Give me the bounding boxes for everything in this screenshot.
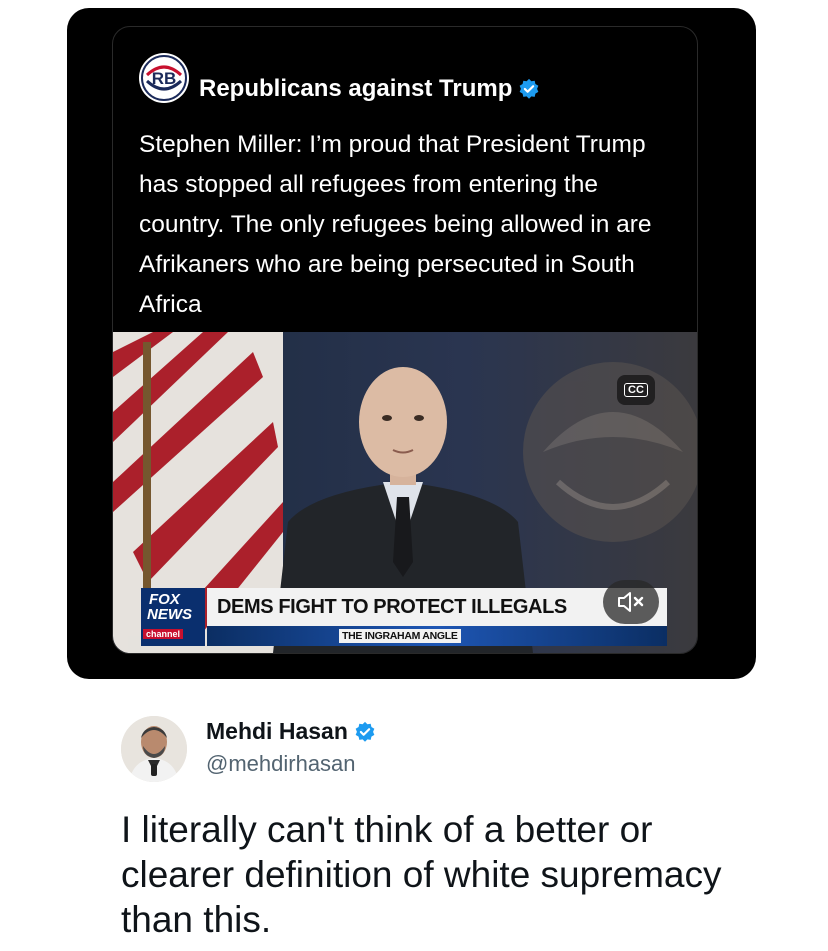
embedded-tweet-card[interactable]: RB Republicans against Trump Stephen Mil… bbox=[112, 26, 698, 654]
rb-author-name[interactable]: Republicans against Trump bbox=[199, 75, 512, 103]
eagle-wall-emblem bbox=[523, 362, 697, 542]
profile-photo bbox=[121, 716, 187, 782]
rb-logo-icon: RB bbox=[141, 55, 187, 101]
video-player[interactable]: CC FOX NEWS channel DEMS FIGHT TO PROTEC… bbox=[113, 332, 697, 653]
news-chyron: DEMS FIGHT TO PROTECT ILLEGALS bbox=[207, 588, 667, 626]
quote-tweet-text: I literally can't think of a better or c… bbox=[121, 809, 722, 940]
unmute-button[interactable] bbox=[603, 580, 659, 624]
rb-author-row[interactable]: Republicans against Trump bbox=[199, 75, 540, 103]
rb-avatar[interactable]: RB bbox=[139, 53, 189, 103]
rb-logo-text: RB bbox=[152, 69, 177, 88]
verified-badge-icon bbox=[520, 78, 539, 99]
show-label: THE INGRAHAM ANGLE bbox=[339, 629, 461, 643]
quote-author-name[interactable]: Mehdi Hasan bbox=[206, 718, 348, 745]
closed-captions-button[interactable]: CC bbox=[617, 375, 655, 405]
embedded-tweet-screenshot: RB Republicans against Trump Stephen Mil… bbox=[67, 8, 756, 679]
embedded-tweet-text: Stephen Miller: I’m proud that President… bbox=[139, 131, 652, 318]
cc-label[interactable]: CC bbox=[624, 383, 648, 397]
fox-logo-line2: NEWS bbox=[147, 606, 192, 623]
fox-logo-line3: channel bbox=[143, 629, 184, 639]
quote-author-row[interactable]: Mehdi Hasan bbox=[206, 718, 376, 745]
quote-author-handle[interactable]: @mehdirhasan bbox=[206, 751, 356, 777]
chyron-text: DEMS FIGHT TO PROTECT ILLEGALS bbox=[217, 595, 567, 618]
muted-speaker-icon bbox=[618, 592, 644, 612]
verified-badge-icon bbox=[355, 721, 375, 742]
fox-news-logo: FOX NEWS channel bbox=[141, 588, 205, 646]
mehdi-hasan-avatar[interactable] bbox=[121, 716, 187, 782]
